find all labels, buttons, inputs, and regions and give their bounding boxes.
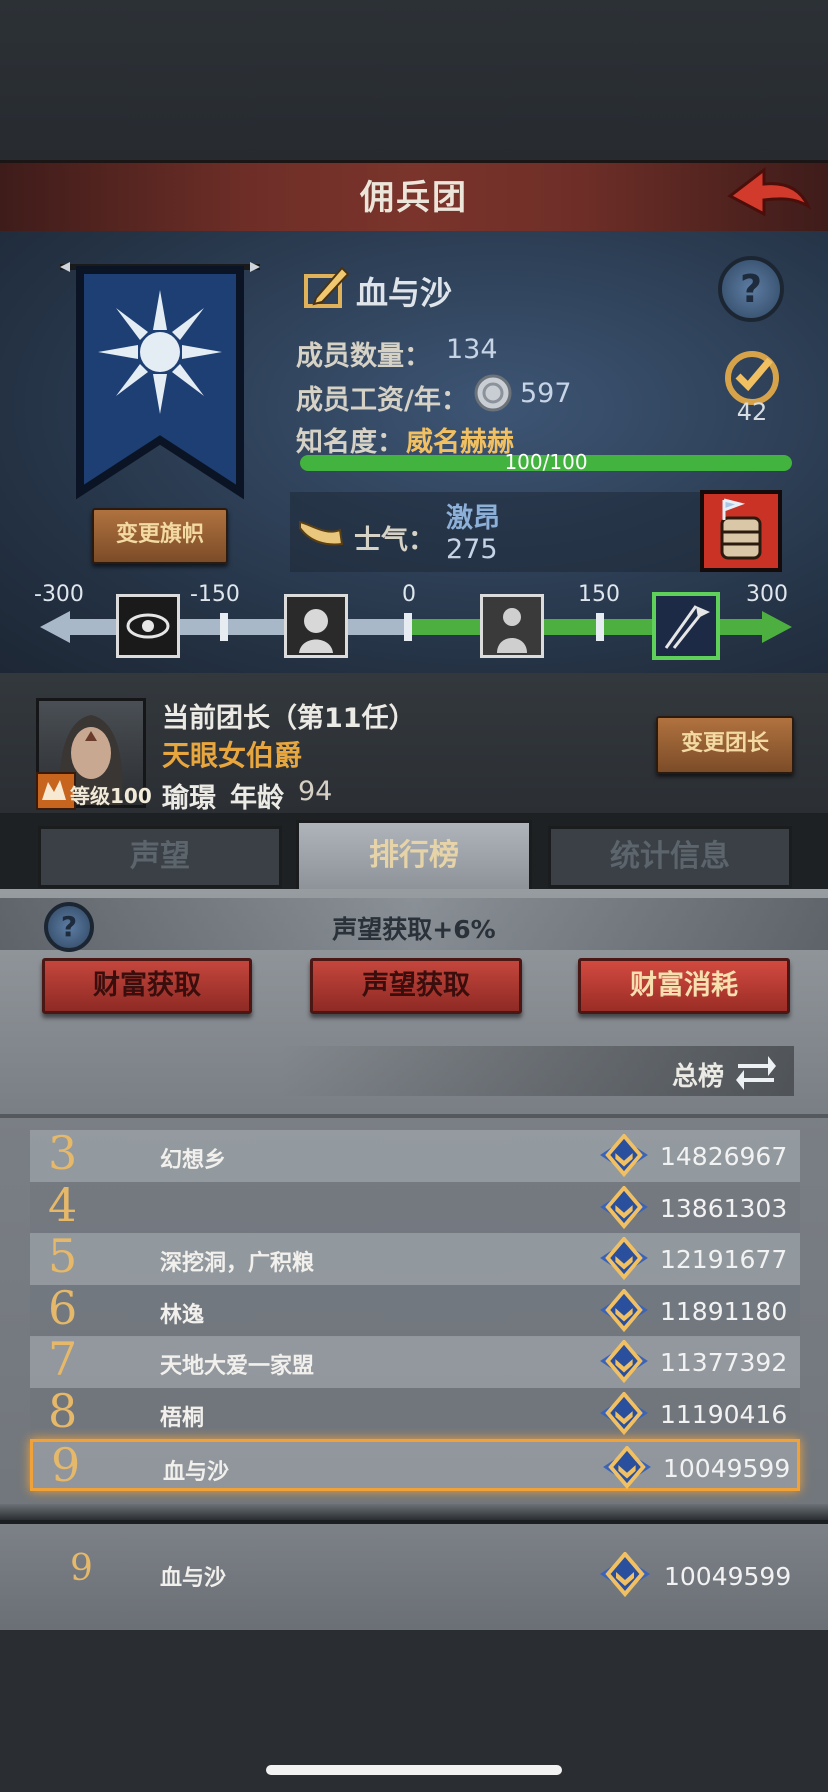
- rank-badge-icon: [598, 1184, 650, 1230]
- fame-progress-text: 100/100: [504, 450, 588, 474]
- wealth-spend-button[interactable]: 财富消耗: [578, 958, 790, 1014]
- back-arrow-icon: [727, 166, 812, 217]
- leader-level: 等级100: [70, 784, 152, 808]
- own-rank-badge-icon: [598, 1550, 652, 1598]
- morale-level-eye-icon[interactable]: [116, 594, 180, 658]
- leader-name: 瑜璟: [162, 783, 216, 814]
- guild-name-cell: 幻想乡: [160, 1148, 227, 1173]
- guild-name-cell: 深挖洞，广积粮: [160, 1251, 315, 1276]
- rank-number: 6: [48, 1280, 78, 1335]
- guild-name-cell: 梧桐: [160, 1405, 205, 1431]
- guild-banner: [60, 262, 260, 502]
- rank-badge-icon: [598, 1338, 650, 1384]
- scope-label: 总榜: [672, 1062, 725, 1092]
- prestige-gain-button[interactable]: 声望获取: [310, 958, 522, 1014]
- table-row[interactable]: 7 天地大爱一家盟 11377392: [30, 1332, 800, 1388]
- rank-number: 3: [48, 1126, 78, 1180]
- score-cell: 13861303: [660, 1193, 788, 1223]
- guild-name-cell: 血与沙: [163, 1460, 230, 1485]
- score-cell: 11190416: [660, 1399, 788, 1429]
- score-cell: 11377392: [660, 1348, 788, 1377]
- morale-level-despair-icon[interactable]: [284, 594, 348, 658]
- change-banner-button[interactable]: 变更旗帜: [92, 508, 228, 564]
- table-row[interactable]: 4 13861303: [30, 1178, 800, 1234]
- own-name: 血与沙: [160, 1566, 227, 1591]
- achievement-badge-icon[interactable]: [716, 346, 788, 406]
- morale-level-triumph-icon[interactable]: [652, 592, 720, 660]
- guild-name-cell: 天地大爱一家盟: [160, 1354, 315, 1379]
- leader-age-value: 94: [298, 776, 333, 807]
- rank-number: 7: [48, 1332, 78, 1386]
- morale-tick-label: 150: [578, 582, 620, 607]
- morale-label: 士气：: [354, 525, 435, 556]
- rank-badge-icon: [598, 1287, 650, 1333]
- table-row[interactable]: 3 幻想乡 14826967: [30, 1126, 800, 1182]
- bonus-text: 声望获取+6%: [332, 915, 496, 944]
- rank-number: 8: [48, 1383, 78, 1438]
- rank-badge-icon: [601, 1444, 653, 1490]
- guild-name: 血与沙: [356, 274, 453, 312]
- edit-name-button[interactable]: [302, 262, 352, 312]
- switch-scope-icon[interactable]: [734, 1050, 778, 1092]
- leader-age-label: 年龄: [230, 783, 284, 814]
- rank-badge-icon: [598, 1235, 650, 1281]
- barrel-flag-icon[interactable]: [700, 490, 782, 572]
- tab-statistics[interactable]: 统计信息: [548, 826, 792, 888]
- tab-ranking[interactable]: 排行榜: [296, 820, 532, 894]
- rank-badge-icon: [598, 1132, 650, 1178]
- score-cell: 12191677: [660, 1245, 788, 1274]
- change-leader-button[interactable]: 变更团长: [656, 716, 794, 774]
- list-bottom-edge: [0, 1504, 828, 1520]
- table-row[interactable]: 9 血与沙 10049599: [30, 1438, 800, 1492]
- leader-rank-title: 天眼女伯爵: [162, 739, 303, 772]
- members-label: 成员数量：: [296, 341, 431, 372]
- score-cell: 11891180: [660, 1296, 788, 1326]
- leader-title: 当前团长（第11任）: [162, 703, 416, 734]
- tab-prestige[interactable]: 声望: [38, 826, 282, 888]
- morale-tick-label: -150: [190, 582, 240, 607]
- score-cell: 14826967: [660, 1142, 788, 1171]
- own-rank: 9: [70, 1548, 93, 1589]
- wage-label: 成员工资/年：: [296, 385, 468, 416]
- rank-badge-icon: [598, 1390, 650, 1436]
- members-value: 134: [446, 334, 498, 365]
- guild-name-cell: 林逸: [160, 1302, 205, 1328]
- wage-value: 597: [520, 378, 572, 409]
- morale-tick-label: 0: [402, 582, 416, 607]
- morale-state: 激昂: [446, 503, 500, 534]
- horn-icon: [296, 512, 344, 552]
- morale-value: 275: [446, 534, 498, 565]
- table-row[interactable]: 8 梧桐 11190416: [30, 1384, 800, 1440]
- rank-number: 9: [51, 1438, 81, 1492]
- achievement-count: 42: [736, 398, 768, 426]
- page-title: 佣兵团: [360, 178, 468, 218]
- top-background: [0, 0, 828, 160]
- list-top-edge: [0, 1114, 828, 1118]
- morale-tick-label: -300: [34, 582, 84, 607]
- rank-number: 5: [48, 1229, 78, 1283]
- home-indicator[interactable]: [266, 1765, 562, 1775]
- back-button[interactable]: [722, 162, 812, 226]
- morale-level-calm-icon[interactable]: [480, 594, 544, 658]
- wealth-gain-button[interactable]: 财富获取: [42, 958, 252, 1014]
- own-score: 10049599: [664, 1562, 792, 1591]
- help-icon[interactable]: ?: [718, 256, 784, 322]
- score-cell: 10049599: [663, 1454, 791, 1483]
- table-row[interactable]: 5 深挖洞，广积粮 12191677: [30, 1229, 800, 1285]
- table-row[interactable]: 6 林逸 11891180: [30, 1281, 800, 1337]
- pencil-icon: [304, 266, 350, 308]
- silver-coin-icon: [474, 374, 512, 412]
- morale-tick-label: 300: [746, 582, 788, 607]
- rank-number: 4: [48, 1177, 78, 1232]
